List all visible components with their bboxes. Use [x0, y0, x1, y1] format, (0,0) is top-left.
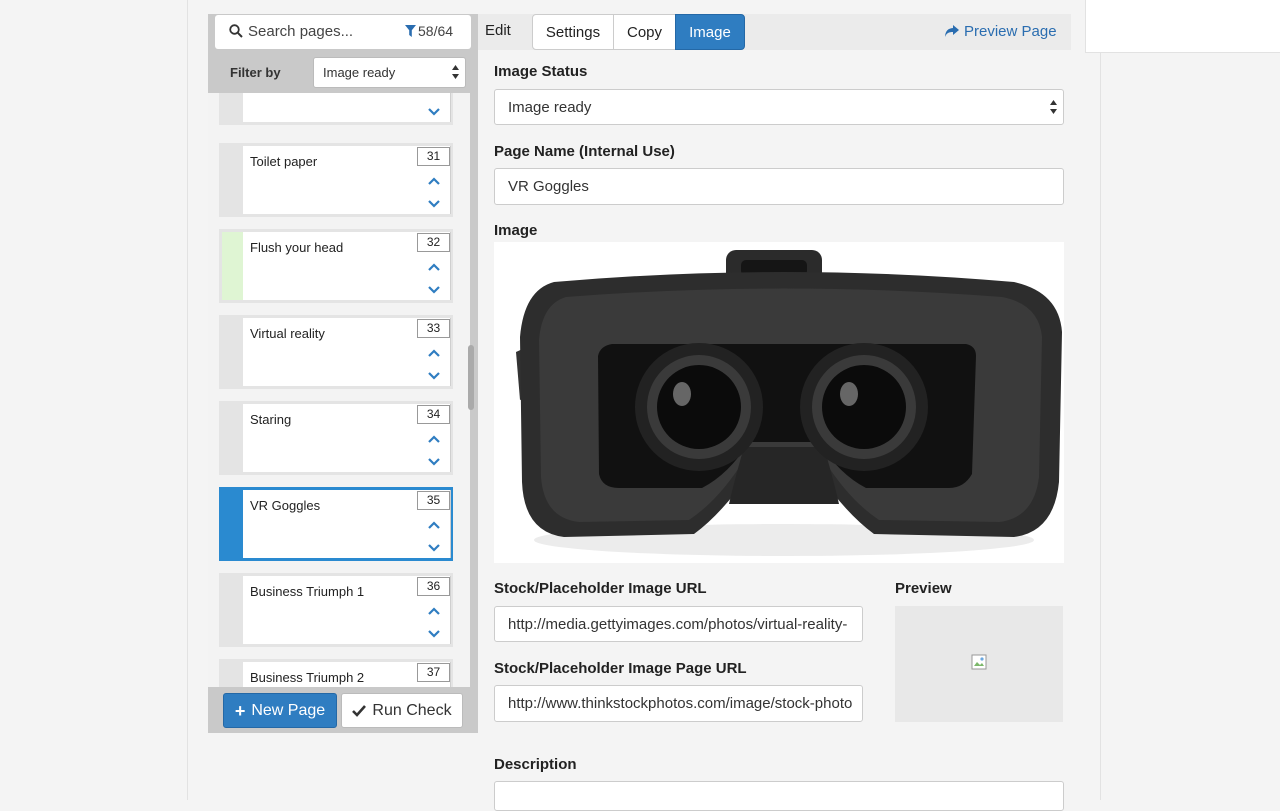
- tab-settings[interactable]: Settings: [532, 14, 614, 50]
- page-card-body: [243, 93, 451, 122]
- image-status-label: Image Status: [494, 63, 588, 80]
- move-down-icon[interactable]: [424, 198, 444, 210]
- stock-image-url-input[interactable]: http://media.gettyimages.com/photos/virt…: [494, 606, 863, 642]
- run-check-label: Run Check: [372, 701, 452, 719]
- page-card-title: Virtual reality: [250, 326, 325, 341]
- run-check-button[interactable]: Run Check: [341, 693, 463, 728]
- page-number-input[interactable]: 31: [417, 147, 450, 166]
- filter-label: Filter by: [230, 65, 281, 80]
- page-list: Toilet paper 31 Flush your head 32 Virtu…: [208, 93, 470, 687]
- page-number-input[interactable]: 34: [417, 405, 450, 424]
- page-card-title: Flush your head: [250, 240, 344, 255]
- page-card-selected[interactable]: VR Goggles 35: [219, 487, 453, 561]
- page-card[interactable]: [219, 93, 453, 125]
- ready-status-stripe: [222, 232, 243, 300]
- stock-page-url-input[interactable]: http://www.thinkstockphotos.com/image/st…: [494, 685, 863, 722]
- select-arrows-icon: [1050, 100, 1057, 114]
- image-status-select[interactable]: Image ready: [494, 89, 1064, 125]
- page-number-input[interactable]: 36: [417, 577, 450, 596]
- page-frame-right: [1100, 0, 1101, 800]
- list-scrollbar[interactable]: [468, 345, 474, 410]
- tab-image[interactable]: Image: [675, 14, 745, 50]
- page-number-input[interactable]: 33: [417, 319, 450, 338]
- preview-label: Preview: [895, 580, 952, 597]
- move-down-icon[interactable]: [424, 628, 444, 640]
- preview-page-label: Preview Page: [964, 23, 1057, 40]
- move-down-icon[interactable]: [424, 284, 444, 296]
- page-card-title: VR Goggles: [250, 498, 321, 513]
- page-number-input[interactable]: 35: [417, 491, 450, 510]
- plus-icon: +: [234, 700, 246, 721]
- page-card[interactable]: Virtual reality 33: [219, 315, 453, 389]
- share-arrow-icon: [945, 25, 959, 37]
- move-up-icon[interactable]: [424, 93, 444, 95]
- filter-icon: [405, 25, 416, 37]
- description-label: Description: [494, 756, 577, 773]
- new-page-button[interactable]: + New Page: [223, 693, 337, 728]
- image-label: Image: [494, 222, 538, 239]
- preview-page-link[interactable]: Preview Page: [944, 23, 1057, 40]
- page-card[interactable]: Business Triumph 1 36: [219, 573, 453, 647]
- page-card-title: Staring: [250, 412, 292, 427]
- move-down-icon[interactable]: [424, 456, 444, 468]
- move-up-icon[interactable]: [424, 519, 444, 531]
- page-name-value: VR Goggles: [508, 178, 589, 195]
- stock-page-url-value: http://www.thinkstockphotos.com/image/st…: [508, 695, 853, 712]
- vr-goggles-image: [516, 250, 1062, 556]
- filter-count-text: 58/64: [418, 23, 454, 39]
- filter-select-value: Image ready: [323, 65, 396, 80]
- edit-label: Edit: [485, 22, 511, 39]
- move-down-icon[interactable]: [424, 370, 444, 382]
- stock-image-url-label: Stock/Placeholder Image URL: [494, 580, 707, 597]
- move-up-icon[interactable]: [424, 347, 444, 359]
- broken-image-icon: [971, 654, 987, 670]
- filter-select[interactable]: Image ready: [313, 57, 466, 88]
- description-input[interactable]: [494, 781, 1064, 811]
- move-up-icon[interactable]: [424, 433, 444, 445]
- filter-count[interactable]: 58/64: [405, 23, 453, 39]
- page-number-input[interactable]: 32: [417, 233, 450, 252]
- search-icon: [229, 24, 243, 38]
- search-input[interactable]: Search pages...: [248, 23, 353, 40]
- select-arrows-icon: [452, 65, 459, 79]
- page-card-title: Toilet paper: [250, 154, 318, 169]
- page-image: [494, 242, 1064, 563]
- page-card[interactable]: Flush your head 32: [219, 229, 453, 303]
- move-down-icon[interactable]: [424, 542, 444, 554]
- move-down-icon[interactable]: [424, 106, 444, 118]
- page-number-input[interactable]: 37: [417, 663, 450, 682]
- top-right-panel: [1085, 0, 1280, 53]
- image-status-value: Image ready: [508, 99, 592, 116]
- new-page-label: New Page: [251, 701, 326, 719]
- stock-page-url-label: Stock/Placeholder Image Page URL: [494, 660, 747, 677]
- page-card-title: Business Triumph 1: [250, 584, 365, 599]
- tab-copy[interactable]: Copy: [613, 14, 676, 50]
- checkmark-icon: [352, 704, 367, 717]
- page-card[interactable]: Staring 34: [219, 401, 453, 475]
- page-name-input[interactable]: VR Goggles: [494, 168, 1064, 205]
- move-up-icon[interactable]: [424, 605, 444, 617]
- page-card[interactable]: Toilet paper 31: [219, 143, 453, 217]
- move-up-icon[interactable]: [424, 261, 444, 273]
- page-name-label: Page Name (Internal Use): [494, 143, 675, 160]
- stock-image-url-value: http://media.gettyimages.com/photos/virt…: [508, 616, 848, 633]
- page-card[interactable]: Business Triumph 2 37: [219, 659, 453, 687]
- page-frame-left: [187, 0, 188, 800]
- move-up-icon[interactable]: [424, 175, 444, 187]
- page-card-title: Business Triumph 2: [250, 670, 365, 685]
